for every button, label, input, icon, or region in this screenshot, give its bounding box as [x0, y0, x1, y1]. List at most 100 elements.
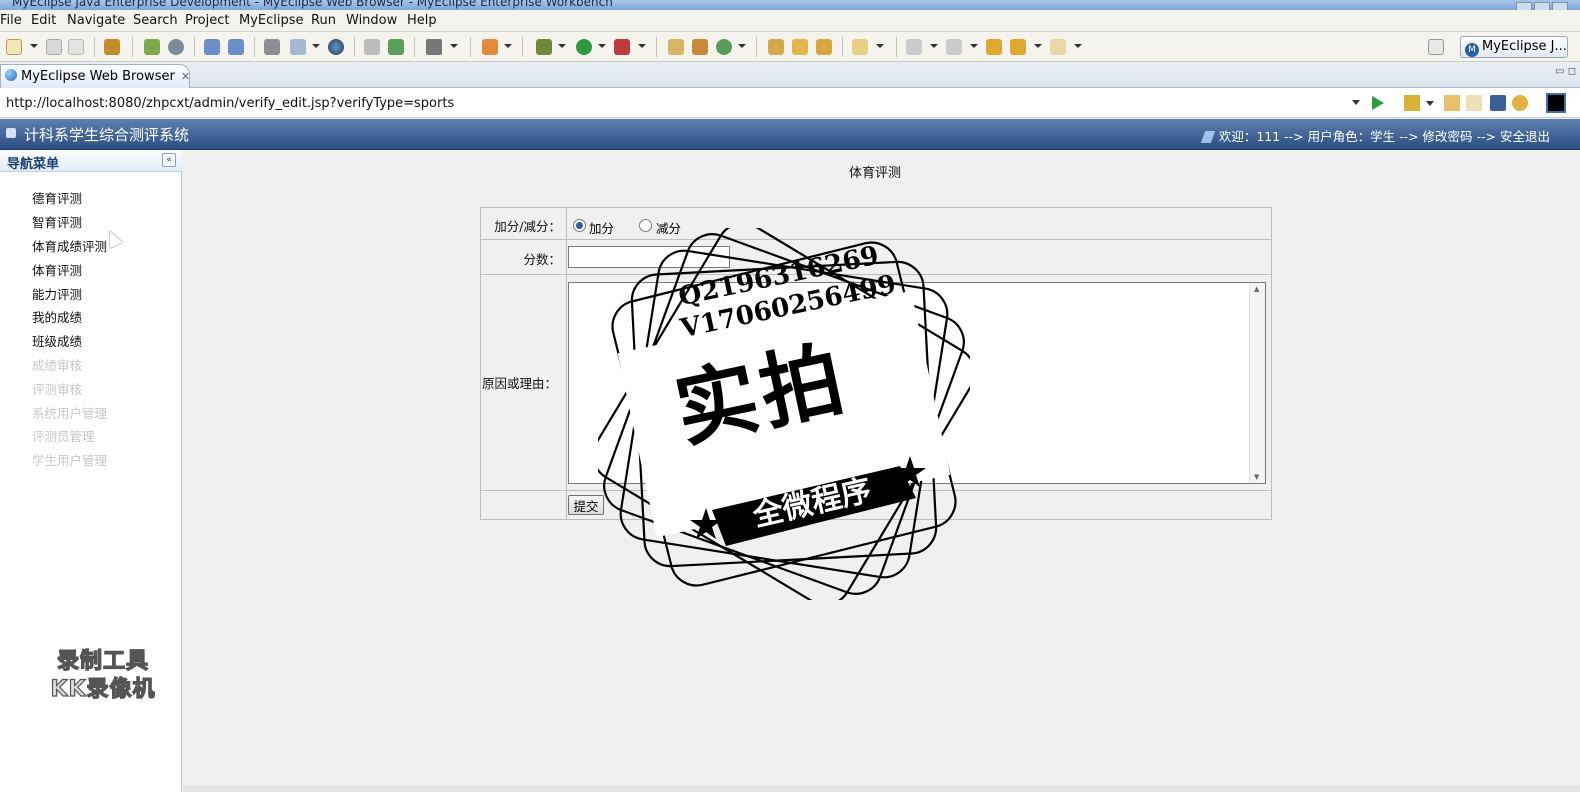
- collapse-sidebar-button[interactable]: «: [162, 153, 176, 167]
- deploy-icon[interactable]: [264, 39, 280, 55]
- run-report-icon[interactable]: [388, 39, 404, 55]
- new-class-dropdown-icon[interactable]: [504, 44, 512, 48]
- external-tools-dropdown-icon[interactable]: [638, 44, 646, 48]
- refresh-dropdown-icon[interactable]: [738, 44, 746, 48]
- menu-file[interactable]: File: [0, 13, 22, 28]
- menu-run[interactable]: Run: [311, 13, 336, 28]
- textarea-scrollbar[interactable]: [1249, 283, 1265, 483]
- main-toolbar: M MyEclipse J...: [0, 32, 1580, 62]
- run-dropdown-icon[interactable]: [598, 44, 606, 48]
- reason-label: 原因或理由：: [481, 376, 557, 391]
- user-bar[interactable]: 欢迎：111 --> 用户角色：学生 --> 修改密码 --> 安全退出: [1200, 126, 1550, 145]
- forward-dropdown-icon[interactable]: [1074, 44, 1082, 48]
- sidebar-item-ability[interactable]: 能力评测: [32, 284, 82, 303]
- favorites-dropdown-icon[interactable]: [1426, 101, 1434, 106]
- folder-dropdown-icon[interactable]: [876, 44, 884, 48]
- sidebar-item-intellectual[interactable]: 智育评测: [32, 212, 82, 231]
- sidebar-item-moral[interactable]: 德育评测: [32, 188, 82, 207]
- kk-recorder-watermark: 录制工具 KK录像机: [28, 648, 178, 704]
- menu-window[interactable]: Window: [346, 13, 397, 28]
- minimize-window-button[interactable]: [1516, 2, 1532, 10]
- new-icon[interactable]: [6, 39, 22, 55]
- save-icon[interactable]: [46, 39, 62, 55]
- editor-tab-strip: MyEclipse Web Browser ✕ ▭ ◻: [0, 62, 1580, 88]
- kk-watermark-line1: 录制工具: [56, 648, 149, 674]
- run-icon[interactable]: [576, 39, 592, 55]
- external-tools-icon[interactable]: [614, 39, 630, 55]
- add-radio[interactable]: [573, 219, 586, 232]
- debug-dropdown-icon[interactable]: [558, 44, 566, 48]
- kk-watermark-line2: KK录像机: [50, 676, 156, 702]
- go-icon[interactable]: [1372, 96, 1384, 110]
- tab-label: MyEclipse Web Browser: [21, 69, 175, 84]
- sidebar-item-sports-score[interactable]: 体育成绩评测: [32, 236, 107, 255]
- sidebar-item-sports[interactable]: 体育评测: [32, 260, 82, 279]
- sidebar-item-class-grades[interactable]: 班级成绩: [32, 331, 82, 350]
- server-icon[interactable]: [168, 39, 184, 55]
- report-icon[interactable]: [364, 39, 380, 55]
- app-header: 计科系学生综合测评系统 欢迎：111 --> 用户角色：学生 --> 修改密码 …: [0, 119, 1580, 150]
- next-annotation-icon[interactable]: [906, 39, 922, 55]
- sidebar-title: 导航菜单: [7, 157, 60, 172]
- new-class-icon[interactable]: [482, 39, 498, 55]
- sidebar-item-my-grades[interactable]: 我的成绩: [32, 307, 82, 326]
- browser-refresh-icon[interactable]: [1512, 95, 1528, 111]
- view-minmax-controls[interactable]: ▭ ◻: [1555, 66, 1576, 77]
- refresh-icon[interactable]: [716, 39, 732, 55]
- camera-icon[interactable]: [426, 39, 442, 55]
- sidebar-item-grade-review: 成绩审核: [32, 358, 83, 373]
- sidebar-item-student-users: 学生用户管理: [32, 453, 108, 468]
- menu-edit[interactable]: Edit: [31, 13, 56, 28]
- sidebar-header: 导航菜单 «: [0, 150, 182, 172]
- stop-icon[interactable]: [1490, 95, 1506, 111]
- camera-dropdown-icon[interactable]: [450, 44, 458, 48]
- menu-myeclipse[interactable]: MyEclipse: [239, 13, 304, 28]
- pencil-icon[interactable]: [792, 39, 808, 55]
- open-type-icon[interactable]: [668, 39, 684, 55]
- back-dropdown-icon[interactable]: [1034, 44, 1042, 48]
- menu-navigate[interactable]: Navigate: [67, 13, 125, 28]
- print-icon[interactable]: [68, 39, 84, 55]
- bug-icon[interactable]: [144, 39, 160, 55]
- server-deploy-icon[interactable]: [290, 39, 306, 55]
- forward-icon[interactable]: [1050, 39, 1066, 55]
- search-web-icon[interactable]: [204, 39, 220, 55]
- perspective-button[interactable]: M MyEclipse J...: [1460, 36, 1568, 58]
- browser-back-icon[interactable]: [1444, 95, 1460, 111]
- search-project-icon[interactable]: [228, 39, 244, 55]
- open-resource-icon[interactable]: [692, 39, 708, 55]
- perspective-label: MyEclipse J...: [1482, 39, 1567, 54]
- deploy-dropdown-icon[interactable]: [312, 44, 320, 48]
- close-tab-icon[interactable]: ✕: [181, 70, 190, 83]
- last-edit-icon[interactable]: [986, 39, 1002, 55]
- menu-project[interactable]: Project: [185, 13, 229, 28]
- prev-annotation-icon[interactable]: [946, 39, 962, 55]
- close-window-button[interactable]: [1552, 2, 1568, 10]
- debug-icon[interactable]: [536, 39, 552, 55]
- url-history-dropdown-icon[interactable]: [1352, 100, 1360, 105]
- new-dropdown-icon[interactable]: [30, 44, 38, 48]
- globe-icon[interactable]: [328, 39, 344, 55]
- window-title-bar: MyEclipse Java Enterprise Development - …: [0, 0, 1580, 10]
- url-input[interactable]: [2, 92, 1364, 114]
- back-icon[interactable]: [1010, 39, 1026, 55]
- tab-myeclipse-web-browser[interactable]: MyEclipse Web Browser ✕: [0, 64, 190, 88]
- package-icon[interactable]: [104, 39, 120, 55]
- menu-search[interactable]: Search: [133, 13, 178, 28]
- next-annotation-dropdown-icon[interactable]: [930, 44, 938, 48]
- color-swatch-icon[interactable]: [1546, 93, 1566, 113]
- open-perspective-folder-icon[interactable]: [852, 39, 868, 55]
- score-label: 分数：: [523, 252, 561, 267]
- prev-annotation-dropdown-icon[interactable]: [970, 44, 978, 48]
- browser-forward-icon[interactable]: [1466, 95, 1482, 111]
- sidebar-item-system-users: 系统用户管理: [32, 406, 108, 421]
- open-perspective-icon[interactable]: [1428, 39, 1444, 55]
- window-controls: [1514, 0, 1574, 10]
- menu-help[interactable]: Help: [407, 13, 437, 28]
- maximize-window-button[interactable]: [1534, 2, 1550, 10]
- type-label: 加分/减分：: [494, 219, 561, 234]
- favorites-icon[interactable]: [1404, 95, 1420, 111]
- open-folder-icon[interactable]: [768, 39, 784, 55]
- folder-icon[interactable]: [816, 39, 832, 55]
- user-bar-text: 欢迎：111 --> 用户角色：学生 --> 修改密码 --> 安全退出: [1218, 129, 1550, 144]
